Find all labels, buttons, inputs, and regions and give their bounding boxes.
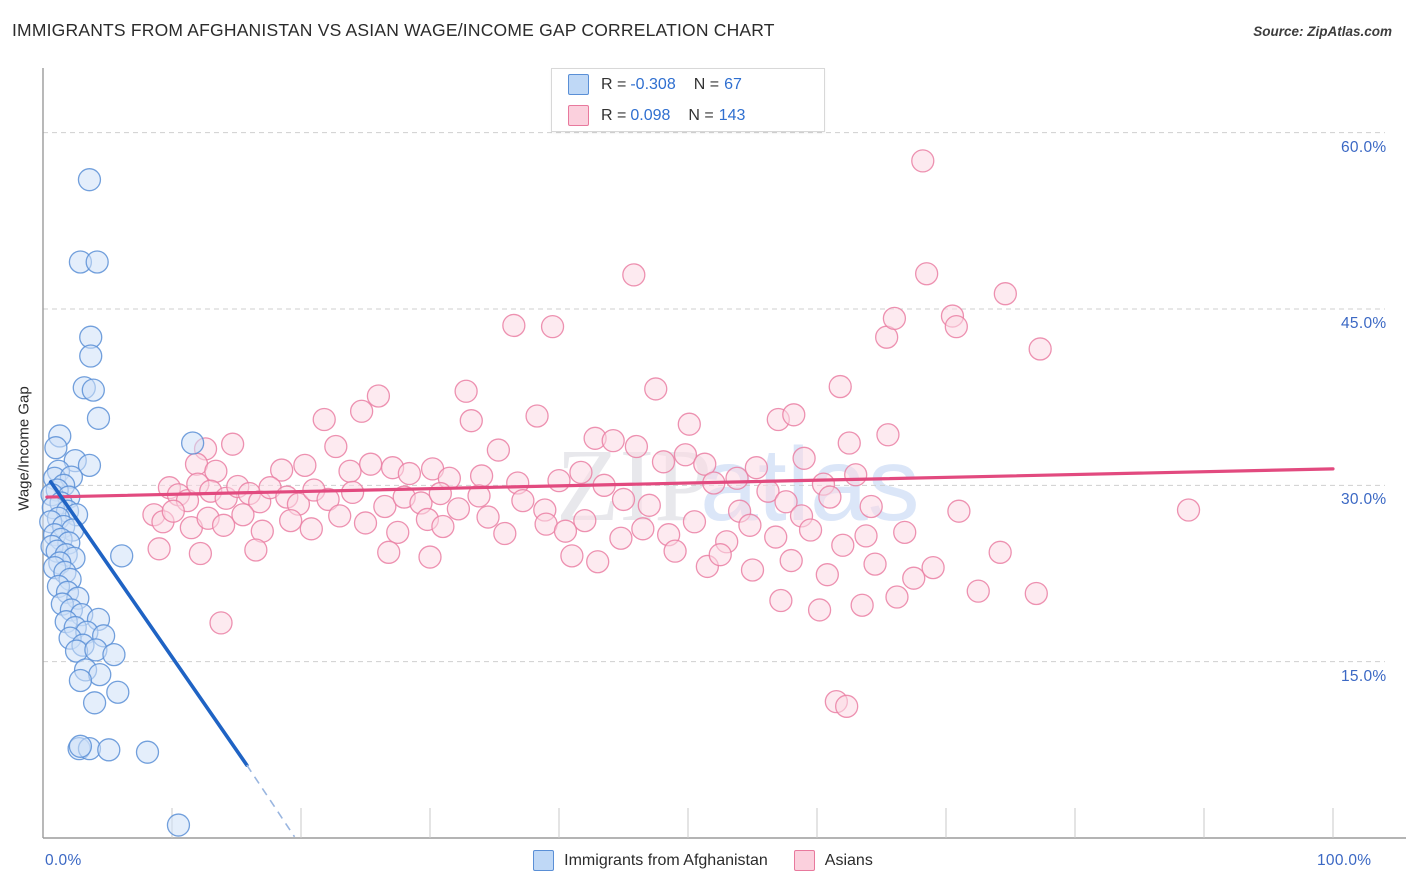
y-axis-tick-30: 30.0% [1341, 491, 1387, 509]
stat-row-pink: R = 0.098 N = 143 [552, 100, 824, 131]
legend-pink-label: Asians [824, 851, 873, 869]
blue-r-value: -0.308 [630, 75, 676, 93]
gridlines [43, 132, 1385, 663]
blue-r-label: R = [601, 75, 627, 93]
legend-item-asians[interactable]: Asians [793, 850, 873, 871]
blue-n-value: 67 [724, 75, 742, 93]
x-tick-marks [171, 808, 1334, 838]
blue-swatch-icon [568, 74, 589, 95]
y-axis-tick-60: 60.0% [1341, 138, 1387, 156]
stat-row-blue: R = -0.308 N = 67 [552, 69, 824, 100]
scatter-chart-svg: ZIP atlas [39, 68, 1406, 839]
pink-swatch-icon [568, 105, 589, 126]
pink-r-label: R = [601, 106, 627, 124]
legend-blue-swatch-icon [533, 850, 555, 871]
legend-item-afghanistan[interactable]: Immigrants from Afghanistan [533, 850, 768, 871]
chart-legend: Immigrants from Afghanistan Asians [0, 850, 1406, 871]
y-axis-title: Wage/Income Gap [15, 386, 33, 511]
y-axis-tick-15: 15.0% [1341, 667, 1387, 685]
pink-n-label: N = [688, 106, 714, 124]
pink-r-value: 0.098 [630, 106, 671, 124]
legend-pink-swatch-icon [793, 850, 815, 871]
y-axis-tick-45: 45.0% [1341, 314, 1387, 332]
blue-n-label: N = [693, 75, 720, 93]
page-title: IMMIGRANTS FROM AFGHANISTAN VS ASIAN WAG… [12, 20, 775, 40]
pink-n-value: 143 [718, 106, 746, 124]
correlation-stats-box: R = -0.308 N = 67 R = 0.098 N = 143 [551, 68, 825, 132]
chart-plot-area: ZIP atlas Wage/Income Gap 15.0% 30.0% 45.0… [0, 60, 1406, 840]
legend-blue-label: Immigrants from Afghanistan [564, 851, 768, 869]
source-attribution: Source: ZipAtlas.com [1253, 24, 1392, 39]
